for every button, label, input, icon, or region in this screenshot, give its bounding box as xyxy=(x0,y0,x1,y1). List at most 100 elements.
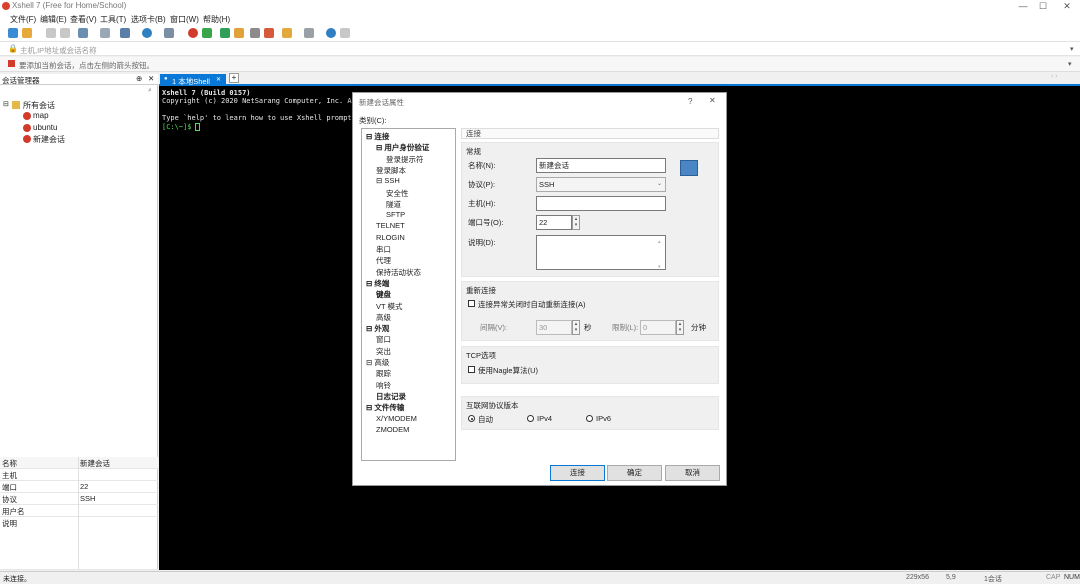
dialog-close-button[interactable]: ✕ xyxy=(709,96,716,105)
category-item[interactable]: ⊟ 连接 xyxy=(366,131,389,142)
category-item[interactable]: RLOGIN xyxy=(376,233,405,242)
connect-button[interactable]: 连接 xyxy=(550,465,605,481)
description-field[interactable]: ▴ ▾ xyxy=(536,235,666,270)
radio-auto[interactable] xyxy=(468,415,475,422)
close-button[interactable]: ✕ xyxy=(1058,0,1076,12)
hint-text: 要添加当前会话，点击左侧的箭头按钮。 xyxy=(19,61,154,70)
tree-item-new-session[interactable]: 新建会话 xyxy=(33,134,65,145)
address-dropdown-icon[interactable]: ▾ xyxy=(1070,45,1074,53)
new-session-icon[interactable] xyxy=(8,28,18,38)
session-manager-close-icon[interactable]: ✕ xyxy=(148,74,154,83)
category-item[interactable]: ⊟ 终端 xyxy=(366,278,389,289)
category-item[interactable]: 保持活动状态 xyxy=(376,267,421,278)
toolbar xyxy=(0,24,1080,42)
dialog-help-button[interactable]: ? xyxy=(688,97,692,106)
limit-stepper[interactable]: ▴ ▾ xyxy=(676,320,684,335)
category-item[interactable]: X/YMODEM xyxy=(376,414,417,423)
port-field[interactable]: 22 xyxy=(536,215,572,230)
terminal-cursor xyxy=(195,123,200,131)
category-item[interactable]: ⊟ SSH xyxy=(376,176,400,185)
category-item[interactable]: 突出 xyxy=(376,346,391,357)
new-tab-icon[interactable]: + xyxy=(229,73,239,83)
pen-icon[interactable] xyxy=(264,28,274,38)
tab-scroll-icon[interactable]: ‹ › xyxy=(1051,73,1058,80)
xftp-icon[interactable] xyxy=(202,28,212,38)
tab-close-icon[interactable]: ✕ xyxy=(216,76,221,83)
ok-button[interactable]: 确定 xyxy=(607,465,662,481)
scroll-down-icon[interactable]: ▾ xyxy=(658,261,661,274)
category-item[interactable]: SFTP xyxy=(386,210,405,219)
hint-dropdown-icon[interactable]: ▾ xyxy=(1068,60,1072,68)
pin-icon[interactable]: ⊕ xyxy=(136,74,142,83)
maximize-button[interactable]: ☐ xyxy=(1034,0,1052,12)
category-item[interactable]: TELNET xyxy=(376,221,405,230)
tree-root[interactable]: 所有会话 xyxy=(23,100,55,111)
category-item[interactable]: 窗口 xyxy=(376,334,391,345)
category-item[interactable]: 登录提示符 xyxy=(386,154,424,165)
fullscreen-icon[interactable] xyxy=(220,28,230,38)
protocol-select[interactable]: SSH ⌄ xyxy=(536,177,666,192)
nagle-label: 使用Nagle算法(U) xyxy=(478,366,539,375)
title-bar: Xshell 7 (Free for Home/School) — ☐ ✕ xyxy=(0,0,1080,12)
cancel-button[interactable]: 取消 xyxy=(665,465,720,481)
globe-icon[interactable] xyxy=(142,28,152,38)
collapse-icon[interactable]: ⊟ xyxy=(3,100,9,108)
category-item[interactable]: 登录脚本 xyxy=(376,165,406,176)
radio-ipv6[interactable] xyxy=(586,415,593,422)
category-item[interactable]: VT 模式 xyxy=(376,301,403,312)
link-icon[interactable] xyxy=(46,28,56,38)
caps-indicator: CAP xyxy=(1046,574,1061,581)
layout-icon[interactable] xyxy=(304,28,314,38)
radio-ipv4[interactable] xyxy=(527,415,534,422)
reconnect-icon[interactable] xyxy=(78,28,88,38)
help-icon[interactable] xyxy=(326,28,336,38)
limit-field[interactable]: 0 xyxy=(640,320,676,335)
script-icon[interactable] xyxy=(282,28,292,38)
tree-item-map[interactable]: map xyxy=(33,111,49,120)
bookmark-icon[interactable] xyxy=(8,60,15,67)
nagle-checkbox[interactable] xyxy=(468,366,475,373)
address-bar[interactable]: 🔒 主机,IP地址或会话名称 ▾ xyxy=(0,42,1080,56)
category-item[interactable]: 隧道 xyxy=(386,199,401,210)
category-item[interactable]: ⊟ 外观 xyxy=(366,323,389,334)
interval-field[interactable]: 30 xyxy=(536,320,572,335)
search-icon[interactable]: ⌕ xyxy=(148,87,152,95)
scroll-up-icon[interactable]: ▴ xyxy=(658,236,661,249)
name-field[interactable]: 新建会话 xyxy=(536,158,666,173)
category-item[interactable]: ⊟ 高级 xyxy=(366,357,389,368)
tree-item-ubuntu[interactable]: ubuntu xyxy=(33,123,57,132)
host-field[interactable] xyxy=(536,196,666,211)
pane-header: 连接 xyxy=(461,128,719,139)
find-icon[interactable] xyxy=(100,28,110,38)
minimize-button[interactable]: — xyxy=(1014,0,1032,12)
category-item[interactable]: 安全性 xyxy=(386,188,409,199)
category-item[interactable]: ZMODEM xyxy=(376,425,409,434)
prop-key: 主机 xyxy=(2,471,17,480)
category-item[interactable]: 响铃 xyxy=(376,380,391,391)
category-item[interactable]: ⊟ 用户身份验证 xyxy=(376,142,429,153)
category-item[interactable]: ⊟ 文件传输 xyxy=(366,402,404,413)
port-stepper[interactable]: ▴ ▾ xyxy=(572,215,580,230)
xshell-icon[interactable] xyxy=(188,28,198,38)
properties-icon[interactable] xyxy=(120,28,130,38)
category-item[interactable]: 高级 xyxy=(376,312,391,323)
chat-icon[interactable] xyxy=(340,28,350,38)
interval-stepper[interactable]: ▴ ▾ xyxy=(572,320,580,335)
prop-value: 22 xyxy=(80,482,89,491)
lock-icon[interactable] xyxy=(234,28,244,38)
unlink-icon[interactable] xyxy=(60,28,70,38)
auto-reconnect-checkbox[interactable] xyxy=(468,300,475,307)
tab-local-shell[interactable]: ● 1 本地Shell ✕ xyxy=(160,74,226,86)
category-item[interactable]: 日志记录 xyxy=(376,391,406,402)
category-item[interactable]: 串口 xyxy=(376,244,391,255)
keyboard-icon[interactable] xyxy=(250,28,260,38)
category-label: 类别(C): xyxy=(359,116,387,125)
category-item[interactable]: 代理 xyxy=(376,255,391,266)
category-item[interactable]: 键盘 xyxy=(376,289,391,300)
category-item[interactable]: 跟踪 xyxy=(376,368,391,379)
group-label: TCP选项 xyxy=(466,351,496,360)
port-label: 端口号(O): xyxy=(468,218,504,227)
session-manager-header: 会话管理器 ⊕ ✕ xyxy=(0,74,158,85)
font-icon[interactable] xyxy=(164,28,174,38)
open-folder-icon[interactable] xyxy=(22,28,32,38)
